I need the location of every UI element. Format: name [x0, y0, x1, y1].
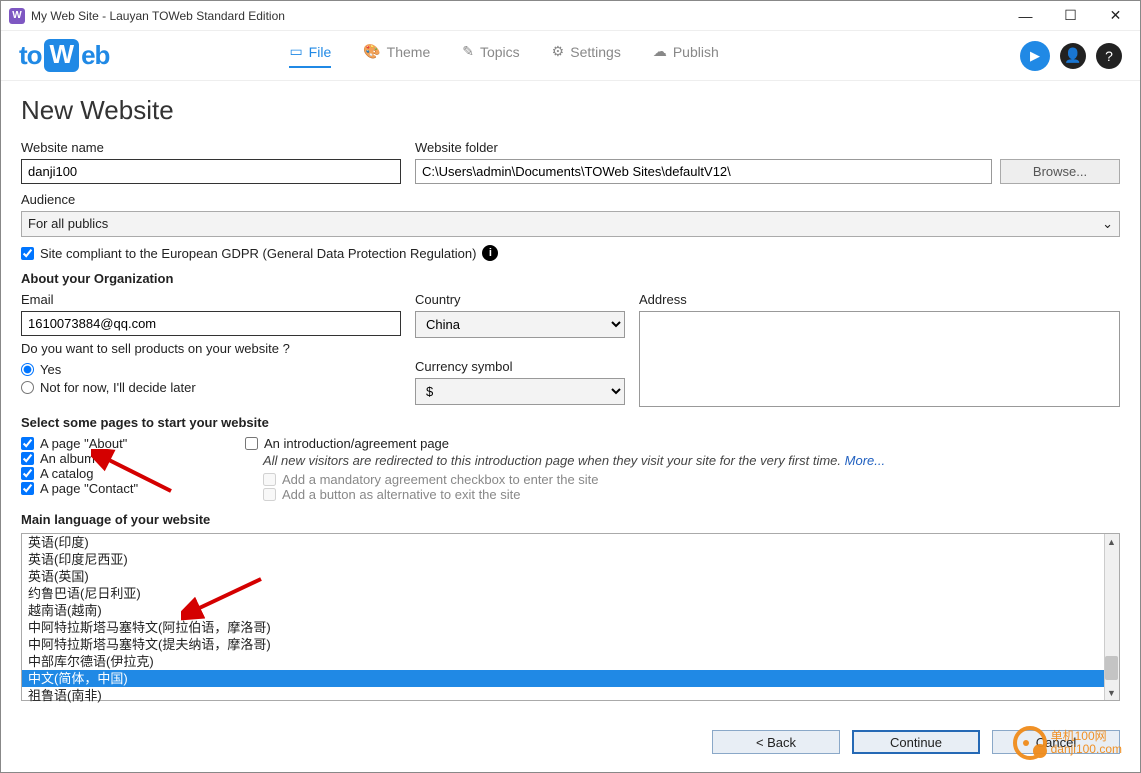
tab-topics[interactable]: ✎Topics [462, 43, 519, 68]
app-logo: toWeb [19, 39, 109, 72]
page-catalog-checkbox[interactable] [21, 467, 34, 480]
page-title: New Website [21, 95, 1120, 126]
tab-theme[interactable]: 🎨Theme [363, 43, 430, 68]
country-label: Country [415, 292, 625, 307]
currency-select[interactable]: $ [415, 378, 625, 405]
country-select[interactable]: China [415, 311, 625, 338]
cloud-icon: ☁ [653, 43, 667, 60]
scroll-down-icon[interactable]: ▼ [1104, 685, 1119, 700]
palette-icon: 🎨 [363, 43, 380, 60]
website-name-label: Website name [21, 140, 401, 155]
language-listbox[interactable]: 英语(印度)英语(印度尼西亚)英语(英国)约鲁巴语(尼日利亚)越南语(越南)中阿… [21, 533, 1120, 701]
website-folder-label: Website folder [415, 140, 1120, 155]
app-icon: W [9, 8, 25, 24]
language-option[interactable]: 越南语(越南) [22, 602, 1119, 619]
intro-hint: All new visitors are redirected to this … [263, 453, 845, 468]
toolbar: toWeb ▭File 🎨Theme ✎Topics ⚙Settings ☁Pu… [1, 31, 1140, 81]
more-link[interactable]: More... [845, 453, 885, 468]
audience-label: Audience [21, 192, 1120, 207]
sell-question: Do you want to sell products on your web… [21, 341, 401, 356]
scroll-up-icon[interactable]: ▲ [1104, 534, 1119, 549]
account-icon[interactable]: 👤 [1060, 43, 1086, 69]
language-option[interactable]: 英语(印度) [22, 534, 1119, 551]
scroll-thumb[interactable] [1105, 656, 1118, 680]
page-intro-checkbox[interactable] [245, 437, 258, 450]
org-heading: About your Organization [21, 271, 1120, 286]
website-name-input[interactable] [21, 159, 401, 184]
help-icon[interactable]: ? [1096, 43, 1122, 69]
tab-file[interactable]: ▭File [289, 43, 331, 68]
language-option[interactable]: 英语(印度尼西亚) [22, 551, 1119, 568]
language-option[interactable]: 中部库尔德语(伊拉克) [22, 653, 1119, 670]
maximize-button[interactable]: ☐ [1048, 1, 1093, 31]
preview-button[interactable]: ▶ [1020, 41, 1050, 71]
pages-heading: Select some pages to start your website [21, 415, 1120, 430]
language-option[interactable]: 中文(简体，中国) [22, 670, 1119, 687]
window-title: My Web Site - Lauyan TOWeb Standard Edit… [31, 9, 285, 23]
page-album-checkbox[interactable] [21, 452, 34, 465]
browse-button[interactable]: Browse... [1000, 159, 1120, 184]
back-button[interactable]: < Back [712, 730, 840, 754]
language-option[interactable]: 英语(英国) [22, 568, 1119, 585]
language-option[interactable]: 约鲁巴语(尼日利亚) [22, 585, 1119, 602]
folder-icon: ▭ [289, 43, 302, 60]
close-button[interactable]: ✕ [1093, 1, 1138, 31]
page-about-checkbox[interactable] [21, 437, 34, 450]
info-icon[interactable]: i [482, 245, 498, 261]
currency-label: Currency symbol [415, 359, 625, 374]
mandatory-checkbox [263, 473, 276, 486]
language-option[interactable]: 中阿特拉斯塔马塞特文(提夫纳语，摩洛哥) [22, 636, 1119, 653]
email-label: Email [21, 292, 401, 307]
email-input[interactable] [21, 311, 401, 336]
language-option[interactable]: 中阿特拉斯塔马塞特文(阿拉伯语，摩洛哥) [22, 619, 1119, 636]
watermark: 单机100网 danji100.com [1013, 726, 1122, 760]
gear-icon: ⚙ [552, 43, 565, 60]
website-folder-input[interactable] [415, 159, 992, 184]
chevron-down-icon: ⌄ [1102, 216, 1113, 232]
address-label: Address [639, 292, 1120, 307]
continue-button[interactable]: Continue [852, 730, 980, 754]
titlebar: W My Web Site - Lauyan TOWeb Standard Ed… [1, 1, 1140, 31]
gdpr-label: Site compliant to the European GDPR (Gen… [40, 246, 476, 261]
minimize-button[interactable]: — [1003, 1, 1048, 31]
watermark-logo-icon [1013, 726, 1047, 760]
address-textarea[interactable] [639, 311, 1120, 407]
exit-button-checkbox [263, 488, 276, 501]
audience-select[interactable]: For all publics ⌄ [21, 211, 1120, 237]
gdpr-checkbox[interactable] [21, 247, 34, 260]
tab-publish[interactable]: ☁Publish [653, 43, 719, 68]
lang-heading: Main language of your website [21, 512, 1120, 527]
tab-settings[interactable]: ⚙Settings [552, 43, 621, 68]
sell-later-radio[interactable] [21, 381, 34, 394]
sell-yes-radio[interactable] [21, 363, 34, 376]
page-contact-checkbox[interactable] [21, 482, 34, 495]
language-option[interactable]: 祖鲁语(南非) [22, 687, 1119, 704]
pencil-icon: ✎ [462, 43, 474, 60]
